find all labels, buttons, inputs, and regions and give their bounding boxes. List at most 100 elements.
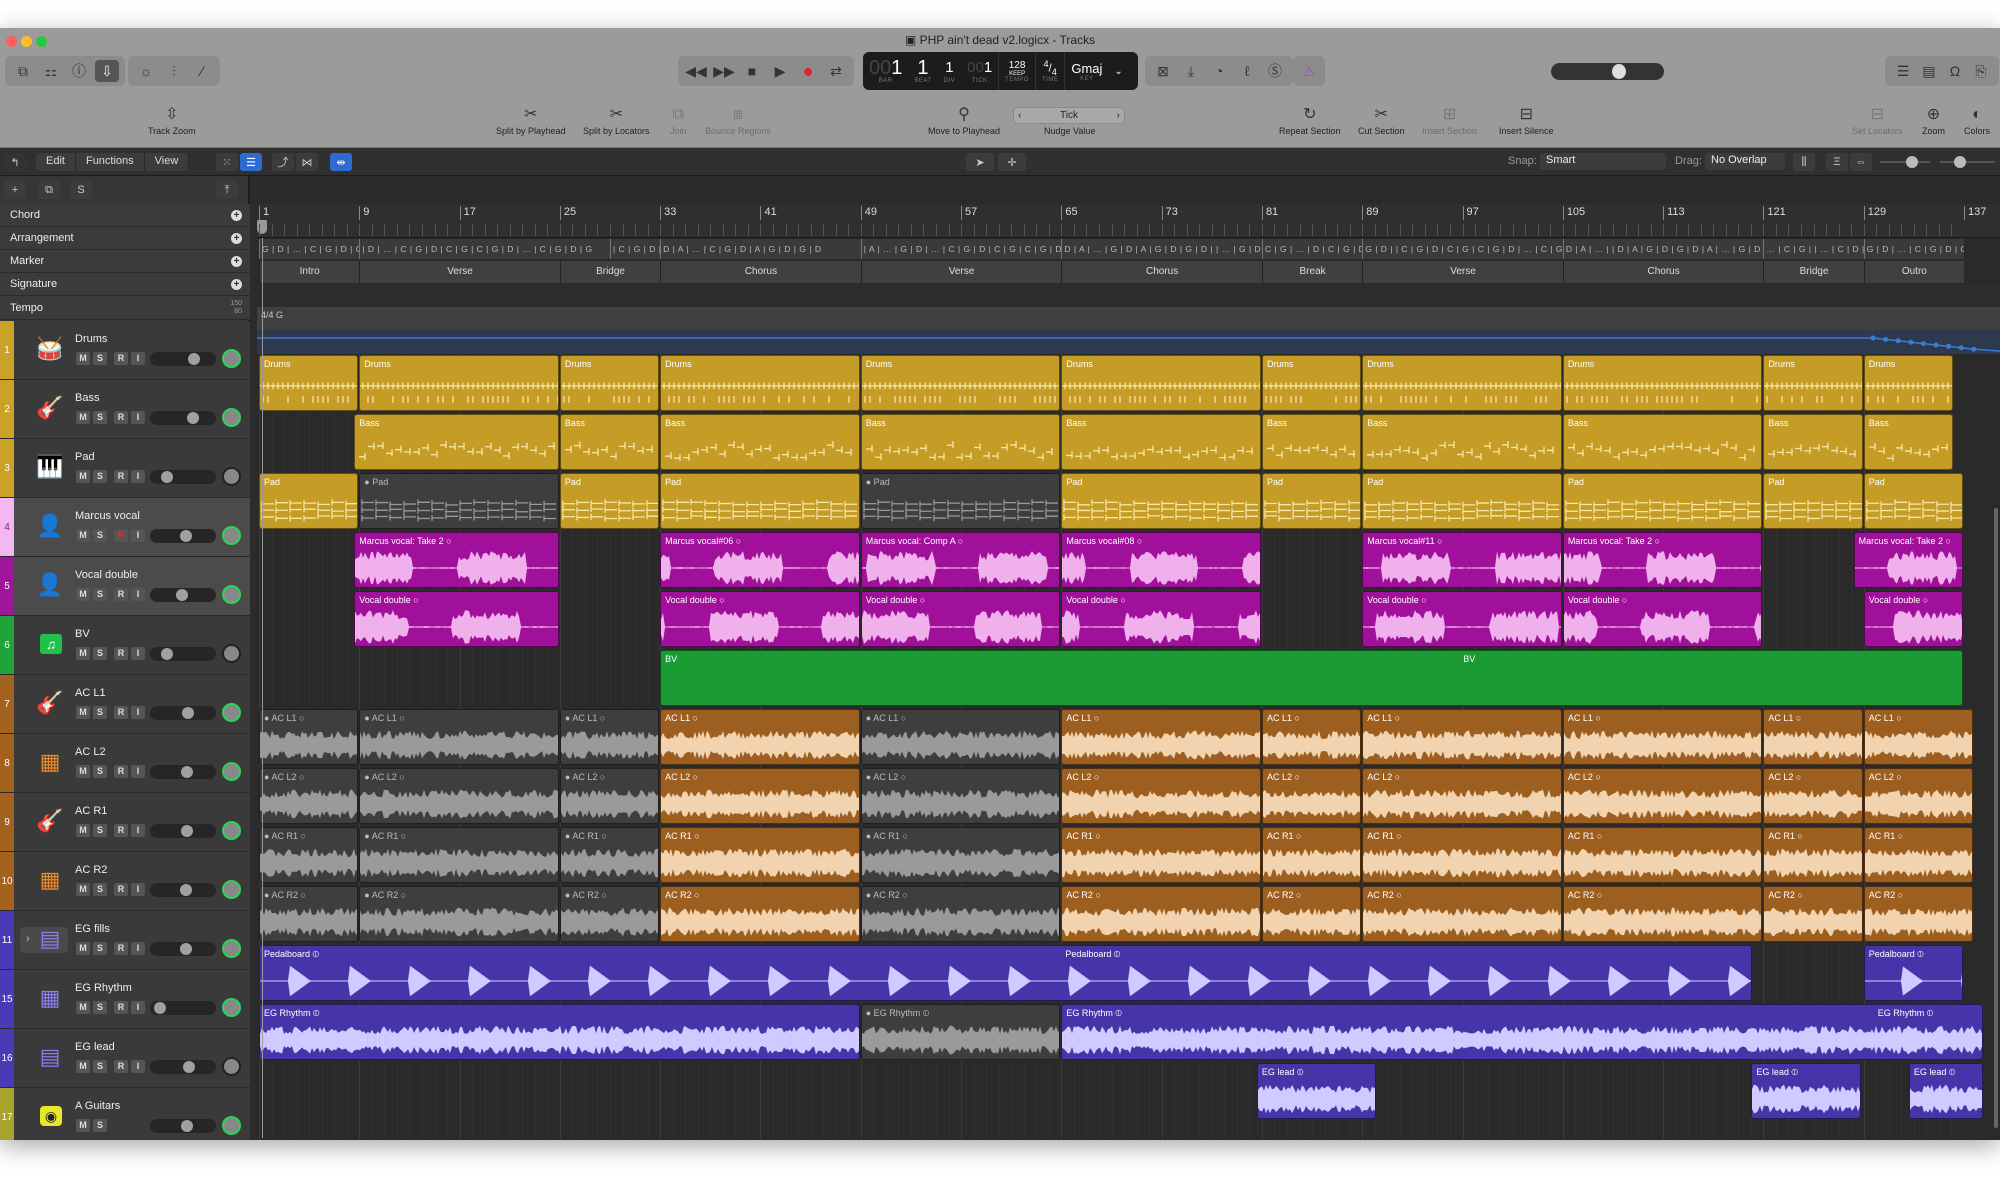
input-monitor-button[interactable]: I — [131, 470, 145, 483]
mute-button[interactable]: M — [76, 647, 90, 660]
region-marcus-vocal-comp-a[interactable]: Marcus vocal: Comp A ○ — [860, 532, 1061, 588]
region-pad[interactable]: Pad — [1061, 473, 1261, 529]
input-monitor-button[interactable]: I — [131, 824, 145, 837]
mute-button[interactable]: M — [76, 824, 90, 837]
arrangement-marker-chorus[interactable]: Chorus — [1562, 261, 1764, 283]
region-drums[interactable]: Drums — [1362, 355, 1562, 411]
pan-knob[interactable] — [222, 821, 241, 840]
record-enable-button[interactable]: R — [114, 942, 128, 955]
tempo-point[interactable] — [1920, 341, 1926, 347]
tempo-point[interactable] — [1895, 338, 1901, 344]
mute-button[interactable]: M — [76, 588, 90, 601]
region-pad[interactable]: Pad — [559, 473, 660, 529]
solo-button[interactable]: S — [93, 529, 107, 542]
add-icon[interactable]: + — [231, 278, 242, 290]
mute-button[interactable]: M — [76, 1060, 90, 1073]
track-name[interactable]: A Guitars — [75, 1100, 120, 1112]
region-pad[interactable]: Pad — [1763, 473, 1863, 529]
region-ac-r1[interactable]: AC R1 ○ — [660, 827, 860, 883]
arrangement-marker-chorus[interactable]: Chorus — [660, 261, 861, 283]
chord-region[interactable]: D | A | … | G | D | A | G | D | G | D | … — [1061, 239, 1262, 259]
input-monitor-button[interactable]: I — [131, 411, 145, 424]
region-bass[interactable]: Bass — [354, 414, 559, 470]
region-marcus-vocal-06[interactable]: Marcus vocal#06 ○ — [660, 532, 860, 588]
region-pad[interactable]: Pad — [1362, 473, 1562, 529]
region-bass[interactable]: Bass — [1362, 414, 1562, 470]
join-button[interactable]: ⧉ Join — [670, 104, 687, 136]
region-bass[interactable]: Bass — [559, 414, 660, 470]
volume-knob[interactable] — [188, 353, 201, 365]
notepad-icon[interactable]: ▤ — [1917, 60, 1941, 82]
region-ac-l2[interactable]: AC L2 ○ — [1061, 768, 1261, 824]
mute-button[interactable]: M — [76, 1119, 90, 1132]
solo-button[interactable]: S — [93, 588, 107, 601]
vertical-scrollbar[interactable] — [1994, 508, 1998, 1128]
region-drums[interactable]: Drums — [1261, 355, 1362, 411]
solo-button[interactable]: S — [93, 706, 107, 719]
waveform-zoom-icon[interactable]: ⫼ — [1793, 153, 1815, 171]
region-eg-lead[interactable]: EG lead ⦶ — [1751, 1063, 1861, 1119]
volume-knob[interactable] — [180, 766, 193, 778]
volume-knob[interactable] — [179, 943, 192, 955]
region-ac-l1[interactable]: ● AC L1 ○ — [359, 709, 559, 765]
track-name[interactable]: Bass — [75, 392, 99, 404]
track-header-drums[interactable]: 1 🥁 Drums M S R I — [0, 321, 250, 380]
metronome-icon[interactable]: ⚠ — [1297, 60, 1321, 82]
mute-button[interactable]: M — [76, 529, 90, 542]
region-ac-l2[interactable]: ● AC L2 ○ — [359, 768, 559, 824]
bar-ruler[interactable]: 1 9 17 25 33 41 49 57 65 73 81 89 97 105 113 121 129 137 — [257, 204, 2000, 238]
input-monitor-button[interactable]: I — [131, 1001, 145, 1014]
arrangement-marker-verse[interactable]: Verse — [860, 261, 1062, 283]
input-monitor-button[interactable]: I — [131, 765, 145, 778]
region-bass[interactable]: Bass — [860, 414, 1061, 470]
catch-playhead-icon[interactable]: ⇹ — [330, 153, 352, 171]
region-bass[interactable]: Bass — [660, 414, 860, 470]
solo-button[interactable]: S — [93, 824, 107, 837]
volume-slider[interactable] — [150, 942, 216, 956]
region-marcus-vocal-take-2[interactable]: Marcus vocal: Take 2 ○ — [1853, 532, 1963, 588]
track-header-eg-rhythm[interactable]: 15 ▦ EG Rhythm M S R I — [0, 970, 250, 1029]
global-track-signature[interactable]: Signature + — [0, 273, 250, 296]
tempo-point[interactable] — [1933, 342, 1939, 348]
track-name[interactable]: AC R2 — [75, 864, 107, 876]
drag-select[interactable]: No Overlap — [1705, 153, 1785, 170]
record-enable-button[interactable]: R — [114, 824, 128, 837]
record-enable-button[interactable]: R — [114, 647, 128, 660]
tempo-point[interactable] — [1908, 339, 1914, 345]
region-pad[interactable]: Pad — [1562, 473, 1763, 529]
mute-button[interactable]: M — [76, 470, 90, 483]
region-ac-l1[interactable]: AC L1 ○ — [1562, 709, 1763, 765]
input-monitor-button[interactable]: I — [131, 529, 145, 542]
record-enable-button[interactable]: R — [114, 1001, 128, 1014]
help-icon[interactable]: ⓘ — [67, 60, 91, 82]
solo-button[interactable]: S — [93, 765, 107, 778]
region-ac-r2[interactable]: AC R2 ○ — [1261, 886, 1362, 942]
pan-knob[interactable] — [222, 349, 241, 368]
region-pedalboard[interactable]: Pedalboard ⦶ — [1863, 945, 1963, 1001]
track-name[interactable]: Marcus vocal — [75, 510, 140, 522]
solo-button[interactable]: S — [93, 883, 107, 896]
region-bass[interactable]: Bass — [1562, 414, 1763, 470]
region-ac-r1[interactable]: ● AC R1 ○ — [259, 827, 359, 883]
volume-slider[interactable] — [150, 1001, 216, 1015]
track-name[interactable]: Drums — [75, 333, 107, 345]
solo-button[interactable]: S — [93, 942, 107, 955]
signature-event[interactable]: 4/4 G — [261, 310, 283, 320]
edit-menu[interactable]: Edit — [36, 153, 76, 171]
tempo-point[interactable] — [1958, 345, 1964, 351]
region-ac-r1[interactable]: AC R1 ○ — [1061, 827, 1261, 883]
move-to-playhead-button[interactable]: ⚲ Move to Playhead — [928, 104, 1000, 136]
mute-button[interactable]: M — [76, 942, 90, 955]
volume-slider[interactable] — [150, 824, 216, 838]
chevron-down-icon[interactable]: ⌄ — [1108, 52, 1128, 90]
grid-view-icon[interactable]: ⁙ — [216, 153, 238, 171]
chord-region[interactable]: | A | … | G | D | … | C | G | D | C | G … — [860, 239, 1062, 259]
region-marcus-vocal-11[interactable]: Marcus vocal#11 ○ — [1362, 532, 1562, 588]
cpu-icon[interactable]: ◔ — [1207, 60, 1231, 82]
secondary-tool-icon[interactable]: ✛ — [998, 153, 1026, 171]
repeat-section-button[interactable]: ↻ Repeat Section — [1279, 104, 1341, 136]
region-drums[interactable]: Drums — [1763, 355, 1863, 411]
add-track-button[interactable]: + — [4, 181, 26, 199]
global-track-chord[interactable]: Chord + — [0, 204, 250, 227]
insert-section-button[interactable]: ⊞ Insert Section — [1422, 104, 1477, 136]
